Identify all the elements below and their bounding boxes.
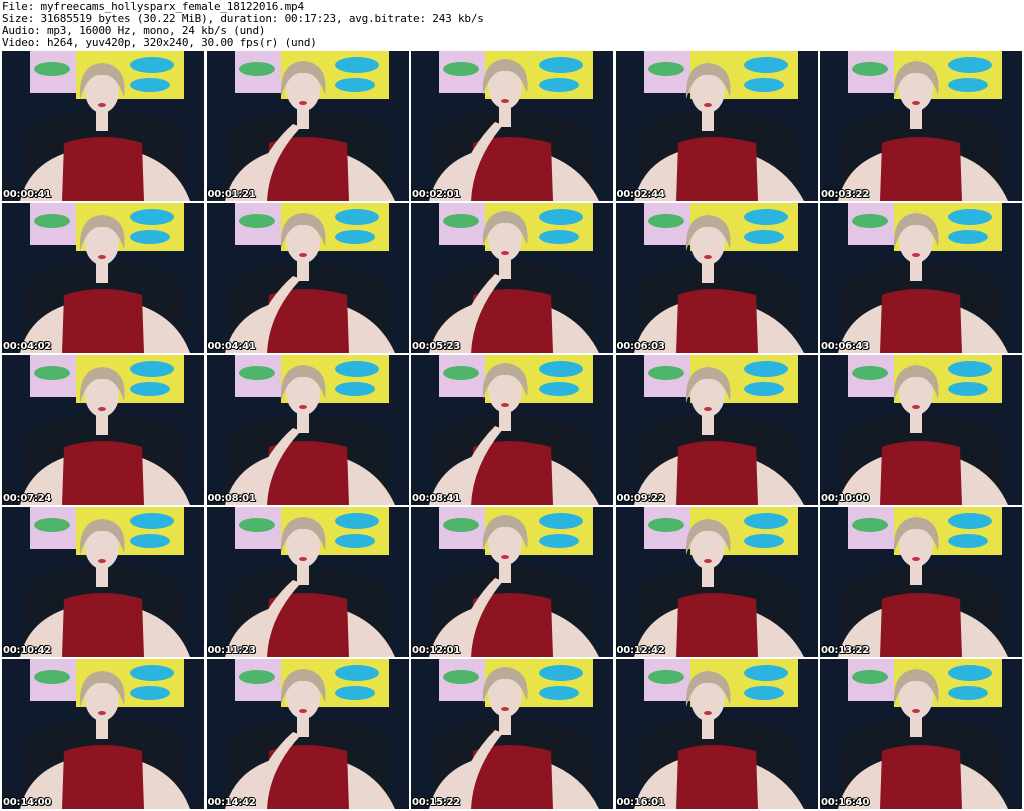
thumbnail-timestamp: 00:12:01: [412, 645, 461, 656]
video-thumbnail: 00:08:01: [206, 355, 409, 505]
video-thumbnail: 00:16:01: [615, 659, 818, 809]
thumbnail-timestamp: 00:16:40: [821, 797, 870, 808]
thumbnail-frame-icon: [615, 203, 818, 353]
thumbnail-frame-icon: [615, 659, 818, 809]
thumbnail-timestamp: 00:01:21: [207, 189, 256, 200]
video-thumbnail: 00:03:22: [820, 51, 1022, 201]
thumbnail-frame-icon: [206, 355, 409, 505]
video-thumbnail: 00:05:23: [411, 203, 613, 353]
thumbnail-frame-icon: [2, 355, 204, 505]
video-thumbnail: 00:07:24: [2, 355, 204, 505]
video-thumbnail: 00:04:02: [2, 203, 204, 353]
video-thumbnail: 00:11:23: [206, 507, 409, 657]
thumbnail-frame-icon: [820, 51, 1022, 201]
thumbnail-timestamp: 00:16:01: [616, 797, 665, 808]
thumbnail-frame-icon: [615, 355, 818, 505]
thumbnail-timestamp: 00:05:23: [412, 341, 461, 352]
video-thumbnail: 00:01:21: [206, 51, 409, 201]
thumbnail-timestamp: 00:10:42: [3, 645, 52, 656]
thumbnail-frame-icon: [2, 203, 204, 353]
thumbnail-timestamp: 00:00:41: [3, 189, 52, 200]
thumbnail-timestamp: 00:08:41: [412, 493, 461, 504]
video-thumbnail: 00:10:00: [820, 355, 1022, 505]
video-thumbnail: 00:06:03: [615, 203, 818, 353]
video-thumbnail: 00:04:41: [206, 203, 409, 353]
thumbnail-timestamp: 00:13:22: [821, 645, 870, 656]
thumbnail-frame-icon: [820, 355, 1022, 505]
thumbnail-timestamp: 00:09:22: [616, 493, 665, 504]
video-thumbnail: 00:09:22: [615, 355, 818, 505]
video-thumbnail: 00:06:43: [820, 203, 1022, 353]
thumbnail-timestamp: 00:03:22: [821, 189, 870, 200]
video-thumbnail: 00:12:42: [615, 507, 818, 657]
thumbnail-frame-icon: [411, 659, 613, 809]
thumbnail-frame-icon: [206, 507, 409, 657]
thumbnail-frame-icon: [2, 659, 204, 809]
thumbnail-frame-icon: [411, 355, 613, 505]
thumbnail-timestamp: 00:12:42: [616, 645, 665, 656]
thumbnail-frame-icon: [615, 507, 818, 657]
thumbnail-timestamp: 00:04:02: [3, 341, 52, 352]
video-thumbnail: 00:16:40: [820, 659, 1022, 809]
video-info-line: Video: h264, yuv420p, 320x240, 30.00 fps…: [2, 36, 317, 49]
video-thumbnail: 00:00:41: [2, 51, 204, 201]
thumbnail-timestamp: 00:14:42: [207, 797, 256, 808]
video-thumbnail: 00:13:22: [820, 507, 1022, 657]
thumbnail-timestamp: 00:10:00: [821, 493, 870, 504]
thumbnail-frame-icon: [820, 659, 1022, 809]
video-thumbnail: 00:15:22: [411, 659, 613, 809]
thumbnail-timestamp: 00:06:03: [616, 341, 665, 352]
video-thumbnail: 00:14:00: [2, 659, 204, 809]
video-thumbnail: 00:14:42: [206, 659, 409, 809]
thumbnail-frame-icon: [206, 51, 409, 201]
thumbnail-frame-icon: [411, 203, 613, 353]
video-thumbnail: 00:02:01: [411, 51, 613, 201]
thumbnail-frame-icon: [2, 51, 204, 201]
video-thumbnail: 00:08:41: [411, 355, 613, 505]
thumbnail-timestamp: 00:11:23: [207, 645, 256, 656]
thumbnail-frame-icon: [206, 203, 409, 353]
thumbnail-frame-icon: [411, 51, 613, 201]
thumbnail-frame-icon: [2, 507, 204, 657]
thumbnail-timestamp: 00:02:44: [616, 189, 665, 200]
thumbnail-frame-icon: [820, 203, 1022, 353]
thumbnail-frame-icon: [411, 507, 613, 657]
file-info-header: File: myfreecams_hollysparx_female_18122…: [0, 0, 1024, 50]
video-thumbnail: 00:10:42: [2, 507, 204, 657]
thumbnail-timestamp: 00:06:43: [821, 341, 870, 352]
thumbnail-frame-icon: [615, 51, 818, 201]
thumbnail-timestamp: 00:15:22: [412, 797, 461, 808]
thumbnail-timestamp: 00:14:00: [3, 797, 52, 808]
video-thumbnail: 00:02:44: [615, 51, 818, 201]
thumbnail-frame-icon: [206, 659, 409, 809]
thumbnail-frame-icon: [820, 507, 1022, 657]
thumbnail-timestamp: 00:08:01: [207, 493, 256, 504]
video-thumbnail: 00:12:01: [411, 507, 613, 657]
thumbnail-timestamp: 00:04:41: [207, 341, 256, 352]
thumbnail-grid: 00:00:41 00:01:21 00:02:01 00:02:44 00:0…: [2, 51, 1022, 809]
thumbnail-timestamp: 00:07:24: [3, 493, 52, 504]
thumbnail-timestamp: 00:02:01: [412, 189, 461, 200]
